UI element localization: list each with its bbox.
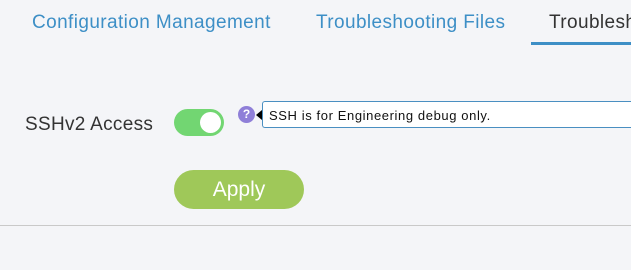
tab-troubleshooting-files[interactable]: Troubleshooting Files [316, 12, 505, 34]
active-tab-indicator [531, 42, 631, 45]
apply-button[interactable]: Apply [174, 170, 304, 209]
tooltip-text: SSH is for Engineering debug only. [269, 108, 491, 123]
ssh-help-tooltip: SSH is for Engineering debug only. [256, 101, 631, 128]
page: Configuration Management Troubleshooting… [0, 0, 631, 270]
sshv2-access-toggle[interactable] [174, 109, 224, 136]
sshv2-access-label: SSHv2 Access [25, 114, 154, 135]
tab-configuration-management[interactable]: Configuration Management [32, 12, 271, 34]
toggle-knob [200, 112, 221, 133]
tab-troubleshooting[interactable]: Troubleshooting [549, 12, 631, 34]
section-divider [0, 225, 631, 226]
caret-left-icon [256, 110, 262, 120]
question-circle-icon[interactable]: ? [238, 106, 255, 123]
